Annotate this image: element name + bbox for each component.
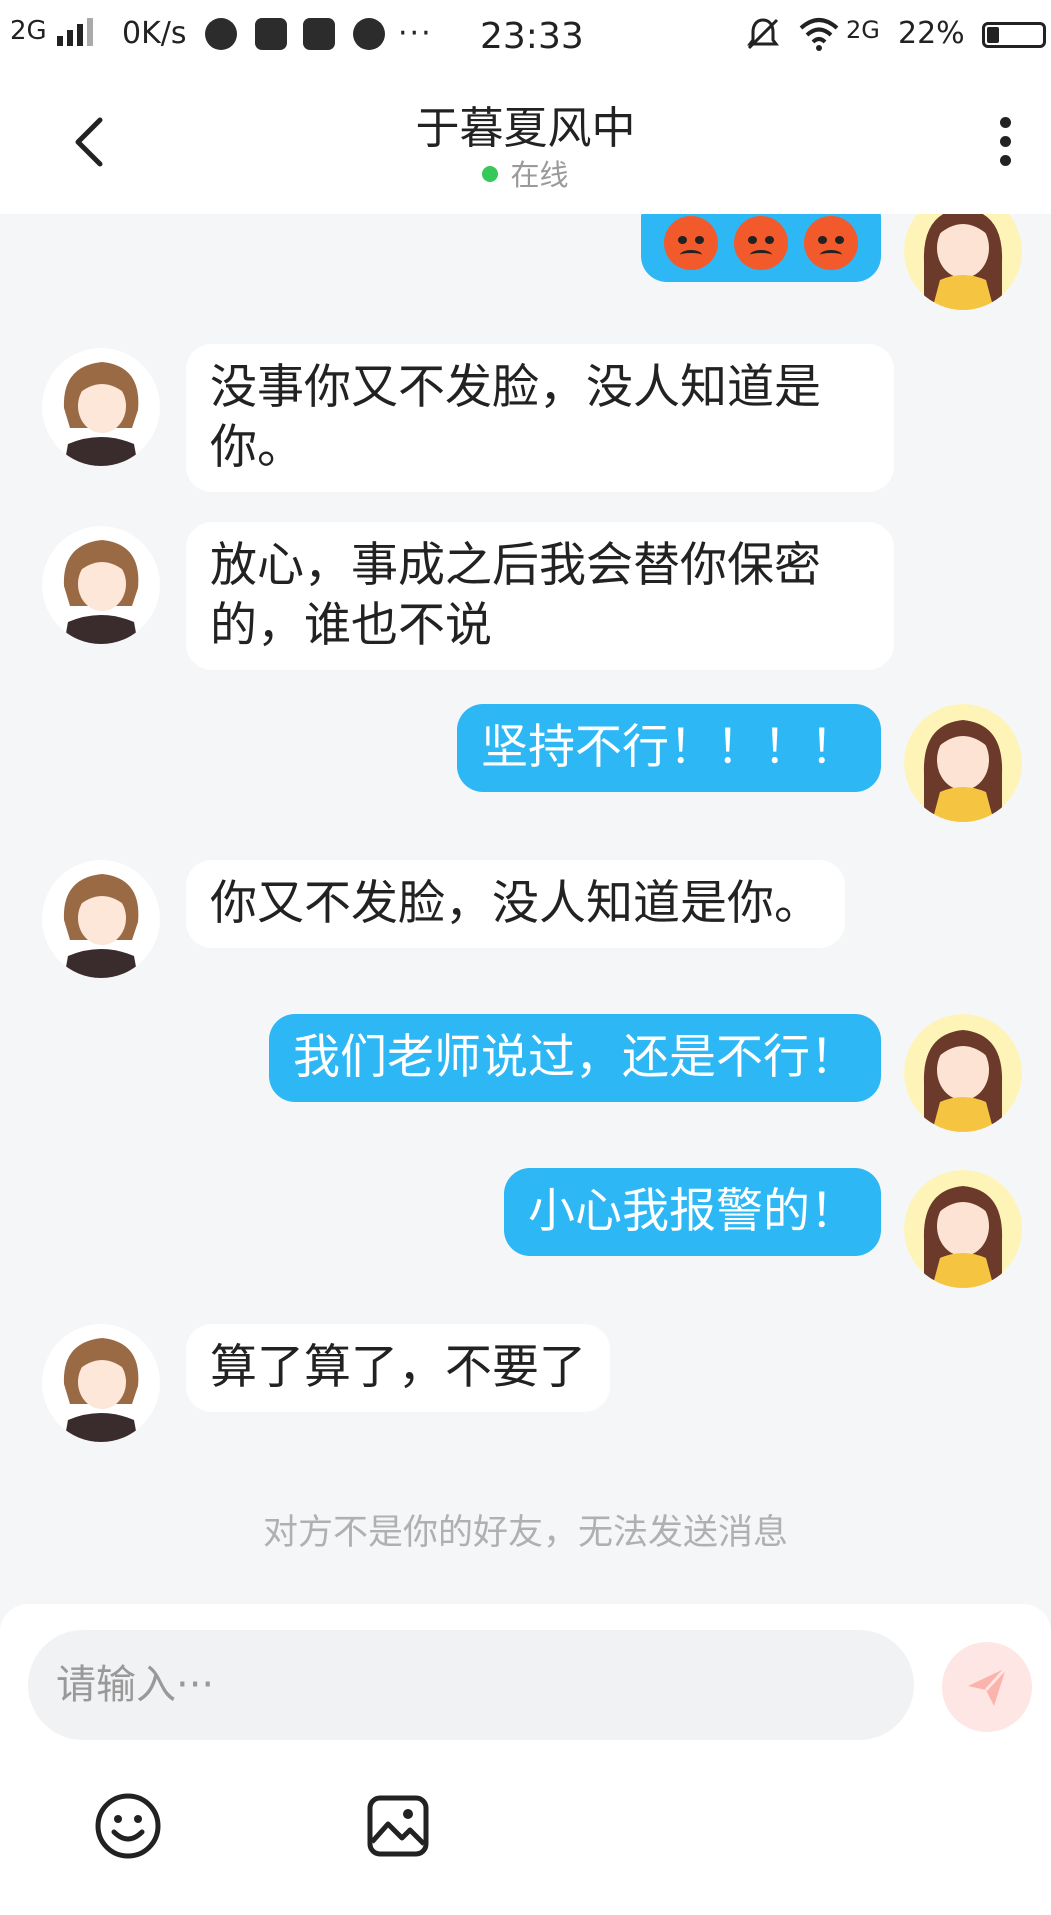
message-bubble-out[interactable]: 小心我报警的！ <box>504 1168 881 1256</box>
network-type: 2G <box>10 16 47 46</box>
system-notice: 对方不是你的好友，无法发送消息 <box>262 1513 788 1553</box>
send-button[interactable] <box>942 1642 1032 1732</box>
battery-percent: 22% <box>898 16 965 51</box>
image-button[interactable] <box>362 1790 434 1862</box>
battery-icon <box>982 22 1046 48</box>
contact-avatar[interactable] <box>42 1324 160 1442</box>
angry-emoji-icon <box>804 215 858 270</box>
mute-bell-icon <box>745 16 781 60</box>
contact-avatar[interactable] <box>42 526 160 644</box>
network-speed: 0K/s <box>122 16 187 51</box>
send-icon <box>968 1666 1008 1706</box>
dot-icon <box>999 136 1011 147</box>
chat-header: 于暮夏风中 在线 <box>0 72 1051 214</box>
status-bar: 2G 0K/s ··· 23:33 2G 22% <box>0 0 1051 72</box>
contact-status-text: 在线 <box>510 158 569 192</box>
chat-area[interactable]: 没事你又不发脸，没人知道是你。 放心，事成之后我会替你保密的，谁也不说 坚持不行… <box>0 214 1051 1604</box>
online-dot-icon <box>482 166 499 182</box>
message-bubble-in[interactable]: 没事你又不发脸，没人知道是你。 <box>186 344 894 492</box>
bag-app-icon <box>303 18 335 50</box>
angry-emoji-icon <box>734 215 788 270</box>
contact-avatar[interactable] <box>42 348 160 466</box>
angry-emoji-icon <box>664 215 718 270</box>
message-bubble-in[interactable]: 你又不发脸，没人知道是你。 <box>186 860 845 948</box>
more-notifications: ··· <box>398 16 433 51</box>
my-avatar[interactable] <box>904 704 1022 822</box>
message-bubble-out[interactable]: 坚持不行！！！！ <box>457 704 881 792</box>
s-app-icon <box>255 18 287 50</box>
more-options-button[interactable] <box>993 117 1017 173</box>
network-type-2: 2G <box>846 16 880 44</box>
composer: 请输入··· <box>0 1604 1051 1915</box>
wifi-icon <box>797 16 841 60</box>
dot-icon <box>999 155 1011 166</box>
dot-icon <box>999 117 1011 128</box>
signal-icon <box>55 16 97 54</box>
contact-status: 在线 <box>0 152 1051 194</box>
planet-app-icon <box>205 18 237 50</box>
jovi-app-icon <box>353 18 385 50</box>
emoji-button[interactable] <box>92 1790 164 1862</box>
contact-name: 于暮夏风中 <box>415 103 636 154</box>
emoji-icon <box>95 1793 161 1859</box>
message-bubble-in[interactable]: 放心，事成之后我会替你保密的，谁也不说 <box>186 522 894 670</box>
message-bubble-out[interactable]: 我们老师说过，还是不行！ <box>269 1014 881 1102</box>
my-avatar[interactable] <box>904 1014 1022 1132</box>
battery-fill <box>987 27 1000 43</box>
clock: 23:33 <box>480 16 584 57</box>
message-input[interactable]: 请输入··· <box>28 1630 914 1740</box>
my-avatar[interactable] <box>904 1170 1022 1288</box>
image-icon <box>367 1795 429 1857</box>
my-avatar[interactable] <box>904 214 1022 310</box>
contact-avatar[interactable] <box>42 860 160 978</box>
message-bubble-out[interactable] <box>641 214 881 282</box>
message-bubble-in[interactable]: 算了算了，不要了 <box>186 1324 610 1412</box>
